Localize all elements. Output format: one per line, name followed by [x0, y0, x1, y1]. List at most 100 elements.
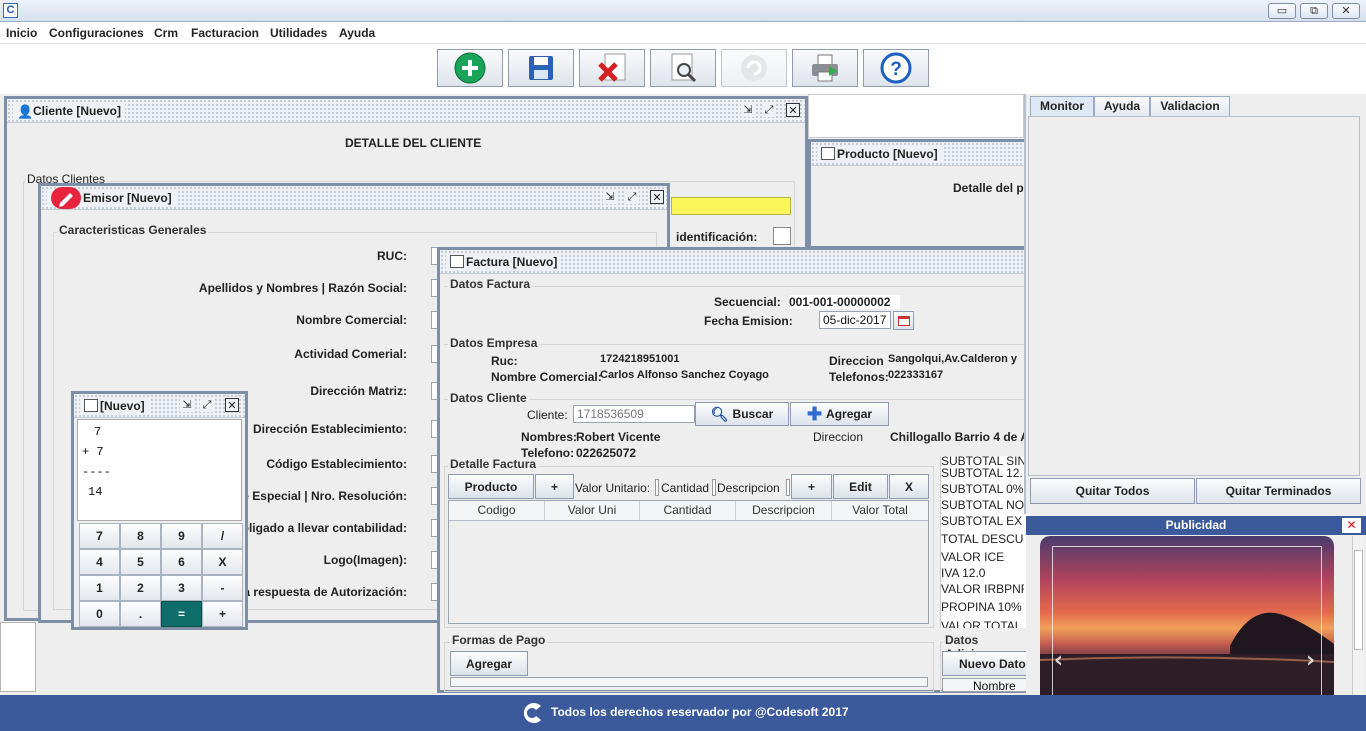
delete-button[interactable]: [579, 49, 645, 87]
side-panel: Monitor Ayuda Validacion Quitar Todos Qu…: [1024, 94, 1366, 514]
key-plus[interactable]: +: [202, 601, 243, 627]
cliente-title: Cliente [Nuevo]: [33, 104, 122, 118]
add-line-button[interactable]: +: [791, 474, 832, 499]
key-dot[interactable]: .: [120, 601, 161, 627]
help-button[interactable]: ?: [863, 49, 929, 87]
col-valor-uni[interactable]: Valor Uni: [545, 501, 640, 520]
refresh-button[interactable]: [721, 49, 787, 87]
next-arrow-icon[interactable]: ›: [1306, 648, 1315, 673]
calculator-titlebar[interactable]: [Nuevo] ⇲ ⤢ ✕: [74, 394, 245, 418]
maximize-icon[interactable]: ⤢: [762, 103, 776, 117]
close-icon[interactable]: ✕: [650, 190, 664, 204]
cantidad-field[interactable]: [712, 479, 716, 496]
save-icon: [529, 56, 553, 80]
close-icon[interactable]: ✕: [786, 103, 800, 117]
preview-button[interactable]: [650, 49, 716, 87]
menu-utilidades[interactable]: Utilidades: [270, 26, 327, 40]
menu-configuraciones[interactable]: Configuraciones: [49, 26, 144, 40]
key-minus[interactable]: -: [202, 575, 243, 601]
nombre-column[interactable]: Nombre: [942, 678, 1030, 692]
key-8[interactable]: 8: [120, 523, 161, 549]
menu-facturacion[interactable]: Facturacion: [191, 26, 259, 40]
key-equals[interactable]: =: [161, 601, 202, 627]
col-valor-total[interactable]: Valor Total: [832, 501, 928, 520]
calc-title: [Nuevo]: [100, 399, 145, 413]
menu-inicio[interactable]: Inicio: [6, 26, 37, 40]
key-5[interactable]: 5: [120, 549, 161, 575]
key-0[interactable]: 0: [79, 601, 120, 627]
buscar-button[interactable]: 🔍︎ Buscar: [695, 402, 789, 426]
producto-titlebar[interactable]: Producto [Nuevo]: [811, 142, 1028, 166]
key-9[interactable]: 9: [161, 523, 202, 549]
tab-monitor[interactable]: Monitor: [1030, 96, 1094, 116]
direccion-cliente-label: Direccion: [813, 430, 864, 444]
iconify-icon[interactable]: ⇲: [180, 398, 194, 412]
maximize-button[interactable]: ⧉: [1300, 3, 1328, 19]
fecha-emision-field[interactable]: 05-dic-2017: [819, 311, 891, 329]
valor-unitario-field[interactable]: [655, 479, 659, 496]
propina-label: PROPINA 10%: [941, 600, 1022, 614]
agregar-pago-button[interactable]: Agregar: [450, 651, 528, 676]
nuevo-dato-button[interactable]: Nuevo Dato: [942, 651, 1030, 676]
key-multiply[interactable]: X: [202, 549, 243, 575]
user-icon: 👤: [17, 104, 34, 119]
close-icon[interactable]: ✕: [225, 398, 239, 412]
new-button[interactable]: [437, 49, 503, 87]
agregar-cliente-button[interactable]: ✚ Agregar: [790, 402, 889, 426]
factura-title: Factura [Nuevo]: [466, 255, 558, 269]
calc-result: 14: [88, 485, 103, 499]
highlighted-field[interactable]: [671, 197, 791, 215]
factura-titlebar[interactable]: Factura [Nuevo]: [440, 250, 1027, 274]
quitar-terminados-button[interactable]: Quitar Terminados: [1196, 478, 1361, 504]
add-producto-button[interactable]: +: [535, 474, 574, 499]
cliente-input[interactable]: [573, 405, 695, 423]
iconify-icon[interactable]: ⇲: [603, 190, 617, 204]
maximize-icon[interactable]: ⤢: [625, 190, 639, 204]
prev-arrow-icon[interactable]: ‹: [1054, 648, 1063, 673]
descripcion-field[interactable]: [786, 479, 790, 496]
close-button[interactable]: ✕: [1332, 3, 1360, 19]
minimized-frame[interactable]: [0, 622, 36, 692]
producto-title: Producto [Nuevo]: [837, 147, 938, 161]
col-descripcion[interactable]: Descripcion: [736, 501, 832, 520]
key-2[interactable]: 2: [120, 575, 161, 601]
close-ad-icon[interactable]: ✕: [1342, 518, 1361, 533]
tab-validacion[interactable]: Validacion: [1150, 96, 1230, 116]
cliente-titlebar[interactable]: 👤 Cliente [Nuevo] ⇲ ⤢ ✕: [7, 99, 805, 123]
key-divide[interactable]: /: [202, 523, 243, 549]
print-button[interactable]: [792, 49, 858, 87]
remove-line-button[interactable]: X: [889, 474, 929, 499]
scrollbar-thumb[interactable]: [1354, 550, 1363, 650]
key-4[interactable]: 4: [79, 549, 120, 575]
producto-button[interactable]: Producto: [448, 474, 534, 499]
subtotal-0-label: SUBTOTAL 0%: [941, 482, 1024, 496]
key-3[interactable]: 3: [161, 575, 202, 601]
valor-unitario-label: Valor Unitario:: [575, 481, 651, 495]
datos-empresa-label: Datos Empresa: [448, 336, 540, 350]
tab-ayuda[interactable]: Ayuda: [1094, 96, 1150, 116]
plus-icon: ✚: [806, 404, 823, 424]
direccion-establecimiento-label: Dirección Establecimiento:: [252, 422, 407, 436]
menu-crm[interactable]: Crm: [154, 26, 178, 40]
col-codigo[interactable]: Codigo: [449, 501, 545, 520]
sunset-image: ‹ ›: [1040, 536, 1334, 695]
key-6[interactable]: 6: [161, 549, 202, 575]
quitar-todos-button[interactable]: Quitar Todos: [1030, 478, 1195, 504]
calendar-button[interactable]: [893, 311, 914, 330]
subtotal-no-label: SUBTOTAL NO: [941, 498, 1024, 512]
col-cantidad[interactable]: Cantidad: [640, 501, 736, 520]
emisor-titlebar[interactable]: Emisor [Nuevo] ⇲ ⤢ ✕: [41, 186, 667, 210]
minimize-button[interactable]: ▭: [1268, 3, 1296, 19]
iconify-icon[interactable]: ⇲: [741, 103, 755, 117]
ruc-label: Ruc:: [491, 354, 518, 368]
detalle-factura-label: Detalle Factura: [448, 457, 539, 471]
actividad-label: Actividad Comerial:: [294, 347, 407, 361]
maximize-icon[interactable]: ⤢: [200, 398, 214, 412]
save-button[interactable]: [508, 49, 574, 87]
key-1[interactable]: 1: [79, 575, 120, 601]
key-7[interactable]: 7: [79, 523, 120, 549]
publicidad-scrollbar[interactable]: [1352, 536, 1364, 695]
menu-ayuda[interactable]: Ayuda: [339, 26, 375, 40]
edit-button[interactable]: Edit: [833, 474, 888, 499]
identificacion-checkbox[interactable]: [773, 227, 791, 245]
